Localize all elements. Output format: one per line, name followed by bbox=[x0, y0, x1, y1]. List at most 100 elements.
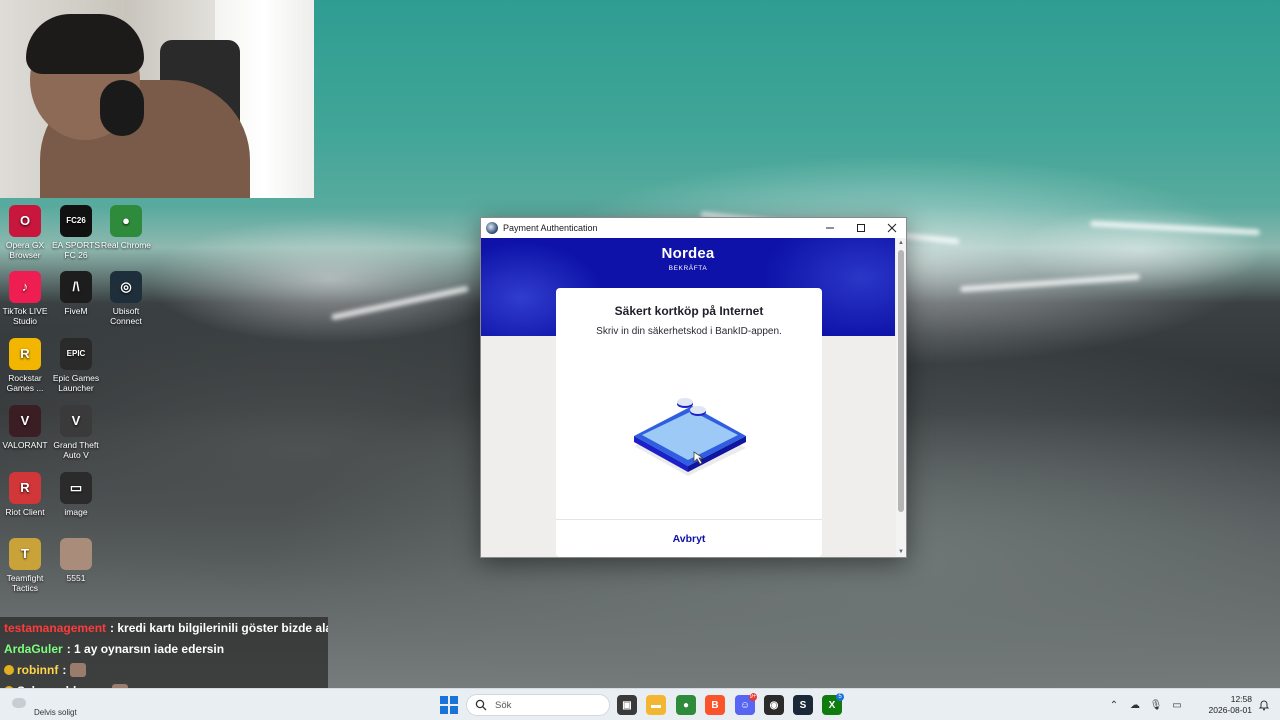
clock[interactable]: 12:58 2026-08-01 bbox=[1206, 694, 1252, 716]
desktop-shortcut-label: Rockstar Games ... bbox=[6, 373, 44, 393]
ubisoft-icon: ◎ bbox=[110, 271, 142, 303]
windows-logo-tile bbox=[450, 696, 458, 704]
auth-heading: Säkert kortköp på Internet bbox=[614, 304, 764, 318]
start-button[interactable] bbox=[440, 696, 458, 714]
desktop-shortcut[interactable]: ◎ Ubisoft Connect bbox=[98, 271, 154, 326]
cancel-button[interactable]: Avbryt bbox=[556, 520, 822, 557]
desktop-shortcut-label: FiveM bbox=[64, 306, 88, 316]
phone-illustration bbox=[634, 398, 746, 476]
windows-logo-tile bbox=[440, 696, 448, 704]
windows-logo-tile bbox=[440, 706, 448, 714]
chat-emote-icon bbox=[70, 662, 87, 677]
webcam-hair bbox=[26, 14, 144, 74]
wave-foam bbox=[960, 273, 1140, 293]
desktop-shortcut[interactable]: ♪ TikTok LIVE Studio bbox=[0, 271, 53, 326]
chat-username: ArdaGuler bbox=[4, 641, 63, 656]
desktop-shortcut[interactable]: ▭ image bbox=[48, 472, 104, 517]
desktop-shortcut[interactable]: FC26 EA SPORTS FC 26 bbox=[48, 205, 104, 260]
desktop-shortcut[interactable]: EPIC Epic Games Launcher bbox=[48, 338, 104, 393]
photo-file-icon bbox=[60, 538, 92, 570]
chat-text: : bbox=[62, 662, 67, 677]
desktop-shortcut[interactable]: V VALORANT bbox=[0, 405, 53, 450]
search-placeholder: Sök bbox=[495, 699, 512, 711]
chat-message: ArdaGuler: 1 ay oynarsın iade edersin bbox=[0, 638, 328, 659]
scroll-up-icon[interactable]: ▲ bbox=[896, 238, 906, 248]
brand-subtitle: BEKRÄFTA bbox=[668, 265, 708, 272]
auth-instruction: Skriv in din säkerhetskod i BankID-appen… bbox=[596, 326, 782, 337]
fivem-icon: /\ bbox=[60, 271, 92, 303]
chat-username: robinnf bbox=[17, 662, 59, 677]
vertical-scrollbar[interactable]: ▲ ▼ bbox=[896, 238, 906, 557]
gta5-icon: V bbox=[60, 405, 92, 437]
taskbar-search[interactable]: Sök bbox=[466, 694, 610, 716]
desktop-shortcut[interactable]: T Teamfight Tactics bbox=[0, 538, 53, 593]
desktop-shortcut[interactable]: V Grand Theft Auto V bbox=[48, 405, 104, 460]
chat-message: robinnf: bbox=[0, 659, 328, 680]
window-titlebar[interactable]: Payment Authentication bbox=[481, 218, 906, 238]
chevron-up-icon[interactable]: ⌃ bbox=[1107, 698, 1121, 712]
window-title: Payment Authentication bbox=[503, 223, 598, 233]
webcam-headset bbox=[100, 80, 144, 136]
chat-text: : kredi kartı bilgilerinili göster bizde… bbox=[110, 620, 328, 635]
opera-gx-icon: O bbox=[9, 205, 41, 237]
brave-icon[interactable]: B bbox=[705, 695, 725, 715]
close-icon bbox=[887, 223, 896, 233]
notification-badge: 9+ bbox=[749, 693, 757, 701]
desktop-shortcut[interactable]: O Opera GX Browser bbox=[0, 205, 53, 260]
maximize-icon bbox=[856, 224, 865, 232]
desktop-shortcut-label: EA SPORTS FC 26 bbox=[51, 240, 101, 260]
obs-icon[interactable]: ◉ bbox=[764, 695, 784, 715]
scroll-down-icon[interactable]: ▼ bbox=[896, 547, 906, 557]
chrome-icon: ● bbox=[110, 205, 142, 237]
auth-card: Säkert kortköp på Internet Skriv in din … bbox=[556, 288, 822, 557]
tft-icon: T bbox=[9, 538, 41, 570]
microphone-icon[interactable]: 🎙 bbox=[1149, 698, 1163, 712]
desktop-shortcut-label: Grand Theft Auto V bbox=[53, 440, 99, 460]
desktop-shortcut-label: Epic Games Launcher bbox=[52, 373, 100, 393]
webcam-overlay bbox=[0, 0, 314, 198]
desktop-shortcut[interactable]: 5551 bbox=[48, 538, 104, 583]
desktop-shortcut[interactable]: ● Real Chrome bbox=[98, 205, 154, 250]
image-file-icon: ▭ bbox=[60, 472, 92, 504]
minimize-button[interactable] bbox=[814, 218, 845, 238]
weather-widget[interactable]: Delvis soligt bbox=[8, 693, 108, 717]
desktop-shortcut-label: Real Chrome bbox=[100, 240, 152, 250]
weather-text: Delvis soligt bbox=[34, 708, 77, 717]
steam-app-icon bbox=[486, 222, 498, 234]
task-view-icon[interactable]: ▣ bbox=[617, 695, 637, 715]
monitor-icon[interactable]: ▭ bbox=[1170, 698, 1184, 712]
desktop-shortcut-label: Riot Client bbox=[5, 507, 45, 517]
desktop-shortcut[interactable]: R Riot Client bbox=[0, 472, 53, 517]
file-explorer-icon[interactable]: ▬ bbox=[646, 695, 666, 715]
wave-foam bbox=[330, 285, 470, 321]
payment-authentication-window: Payment Authentication Nordea BEKRÄFTA S… bbox=[480, 217, 907, 558]
windows-logo-tile bbox=[450, 706, 458, 714]
desktop-shortcut-label: Ubisoft Connect bbox=[110, 306, 142, 326]
epic-games-icon: EPIC bbox=[60, 338, 92, 370]
notification-bell-icon[interactable] bbox=[1257, 698, 1271, 712]
search-icon bbox=[475, 699, 487, 711]
desktop-shortcut[interactable]: /\ FiveM bbox=[48, 271, 104, 316]
desktop-shortcut[interactable]: R Rockstar Games ... bbox=[0, 338, 53, 393]
clock-date: 2026-08-01 bbox=[1208, 705, 1252, 715]
wave-foam bbox=[1089, 220, 1261, 236]
close-button[interactable] bbox=[876, 218, 907, 238]
desktop-shortcut-label: VALORANT bbox=[2, 440, 48, 450]
chat-badge-icon bbox=[4, 664, 14, 675]
ea-fc-icon: FC26 bbox=[60, 205, 92, 237]
tiktok-icon: ♪ bbox=[9, 271, 41, 303]
valorant-icon: V bbox=[9, 405, 41, 437]
chrome-taskbar-icon[interactable]: ● bbox=[676, 695, 696, 715]
desktop-shortcut-label: Teamfight Tactics bbox=[6, 573, 44, 593]
cloud-off-icon[interactable]: ☁ bbox=[1128, 698, 1142, 712]
scroll-thumb[interactable] bbox=[898, 250, 904, 512]
cloud-sun-icon bbox=[12, 698, 26, 708]
desktop-shortcut-label: image bbox=[64, 507, 88, 517]
chat-username: testamanagement bbox=[4, 620, 107, 635]
taskbar: Delvis soligt Sök ▣ ▬ ● B ☺ 9+ ◉ S X 5 ⌃ ☁ 🎙 ▭ 12:58… bbox=[0, 688, 1280, 720]
minimize-icon bbox=[825, 227, 834, 229]
maximize-button[interactable] bbox=[845, 218, 876, 238]
steam-icon[interactable]: S bbox=[793, 695, 813, 715]
rockstar-icon: R bbox=[9, 338, 41, 370]
notification-badge: 5 bbox=[836, 693, 844, 701]
